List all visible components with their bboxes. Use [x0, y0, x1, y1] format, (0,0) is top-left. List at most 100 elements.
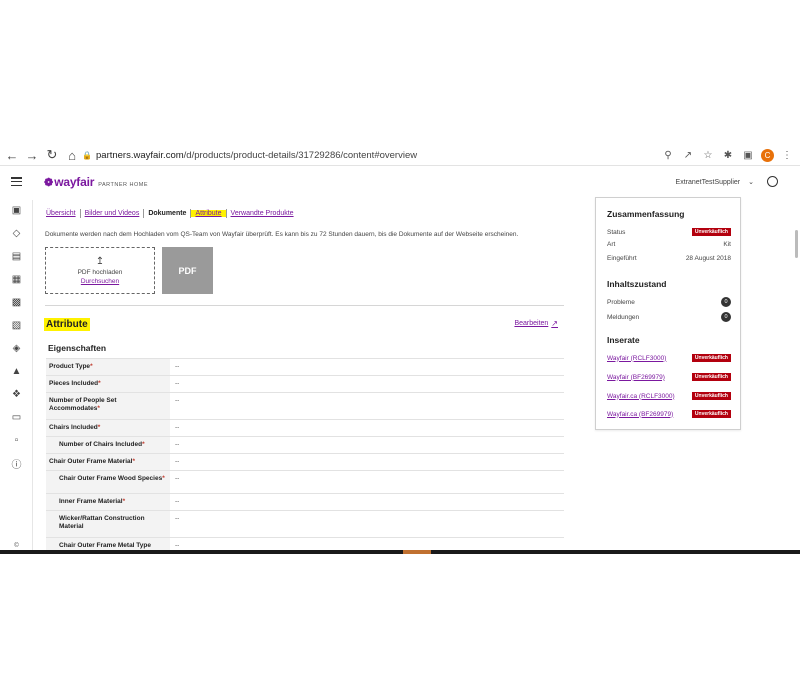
type-value: Kit [723, 241, 731, 248]
listing-status-badge: Unverkäuflich [691, 373, 731, 381]
problems-label: Probleme [607, 298, 635, 306]
content-state-title: Inhaltszustand [607, 279, 667, 289]
property-name: Chair Outer Frame Material* [46, 454, 170, 470]
tab-related-products[interactable]: Verwandte Produkte [227, 210, 298, 217]
pdf-thumbnail[interactable]: PDF [162, 247, 213, 294]
properties-table: Product Type* -- Pieces Included* -- Num… [46, 358, 564, 554]
back-arrow-icon[interactable]: ← [4, 147, 20, 163]
summary-title: Zusammenfassung [607, 209, 685, 219]
summary-card: Zusammenfassung Status Unverkäuflich Art… [595, 197, 741, 430]
list-item: Wayfair.ca (RCLF3000) Unverkäuflich [607, 392, 731, 400]
store-icon[interactable]: ▦ [11, 274, 22, 285]
property-value: -- [175, 475, 180, 482]
bag-icon[interactable]: ▤ [11, 251, 22, 262]
support-icon[interactable]: ❖ [11, 389, 22, 400]
table-row: Number of Chairs Included* -- [46, 436, 564, 453]
property-value: -- [175, 424, 180, 431]
sidepanel-icon[interactable]: ▣ [741, 148, 755, 162]
address-bar[interactable]: 🔒 partners.wayfair.com/d/products/produc… [82, 147, 722, 164]
list-item: Wayfair (BF269979) Unverkäuflich [607, 373, 731, 381]
profile-avatar[interactable]: C [761, 148, 774, 162]
table-row: Wicker/Rattan Construction Material -- [46, 510, 564, 537]
menu-kebab-icon[interactable]: ⋮ [780, 148, 794, 162]
problems-count-badge: 0 [721, 297, 731, 307]
hamburger-menu-icon[interactable] [11, 177, 22, 186]
tab-overview[interactable]: Übersicht [46, 210, 80, 217]
extensions-icon[interactable]: ✱ [721, 148, 735, 162]
status-badge: Unverkäuflich [691, 228, 731, 236]
property-name: Inner Frame Material* [46, 494, 170, 510]
table-row: Product Type* -- [46, 358, 564, 375]
introduced-row: Eingeführt 28 August 2018 [607, 255, 731, 262]
list-item: Wayfair.ca (BF269979) Unverkäuflich [607, 410, 731, 418]
document-icon[interactable]: ▫ [11, 435, 22, 446]
property-name: Wicker/Rattan Construction Material [46, 511, 170, 537]
property-value: -- [175, 380, 180, 387]
wayfair-logo[interactable]: ❁ wayfair PARTNER HOME [44, 175, 148, 189]
property-name: Number of People Set Accommodates* [46, 393, 170, 419]
calendar-icon[interactable]: ▧ [11, 320, 22, 331]
introduced-value: 28 August 2018 [685, 255, 731, 262]
listing-status-badge: Unverkäuflich [691, 410, 731, 418]
tag-icon[interactable]: ◇ [11, 228, 22, 239]
tab-documents[interactable]: Dokumente [144, 210, 190, 217]
section-divider [45, 305, 564, 306]
sidebar: ▣ ◇ ▤ ▦ ▩ ▧ ◈ ▲ ❖ ▭ ▫ ⓘ © [0, 200, 33, 554]
table-row: Pieces Included* -- [46, 375, 564, 392]
property-name: Chairs Included* [46, 420, 170, 436]
attributes-heading: Attribute [44, 318, 90, 331]
scrollbar-thumb[interactable] [795, 230, 798, 258]
user-account-icon[interactable] [767, 176, 778, 187]
bar-chart-icon[interactable]: ▣ [11, 205, 22, 216]
tab-attributes[interactable]: Attribute [191, 210, 226, 217]
share-icon[interactable]: ↗ [681, 148, 695, 162]
property-name: Product Type* [46, 359, 170, 375]
property-value: -- [175, 441, 180, 448]
table-row: Chairs Included* -- [46, 419, 564, 436]
property-name: Number of Chairs Included* [46, 437, 170, 453]
listing-link[interactable]: Wayfair.ca (BF269979) [607, 411, 673, 418]
zoom-icon[interactable]: ⚲ [661, 148, 675, 162]
forward-arrow-icon[interactable]: → [24, 147, 40, 163]
property-value: -- [175, 397, 180, 404]
property-value: -- [175, 363, 180, 370]
browser-actions: ⚲ ↗ ☆ ✱ ▣ C ⋮ [661, 148, 794, 162]
edit-attributes-link[interactable]: Bearbeiten ↗ [514, 319, 558, 328]
wayfair-pinwheel-icon: ❁ [44, 177, 54, 189]
logo-word: wayfair [54, 175, 95, 189]
listing-status-badge: Unverkäuflich [691, 354, 731, 362]
property-value: -- [175, 498, 180, 505]
introduced-label: Eingeführt [607, 255, 637, 262]
type-row: Art Kit [607, 241, 731, 248]
browser-toolbar: ← → ↻ ⌂ 🔒 partners.wayfair.com/d/product… [0, 145, 800, 166]
reload-icon[interactable]: ↻ [44, 147, 60, 163]
listing-link[interactable]: Wayfair (BF269979) [607, 374, 665, 381]
upload-icon: ↥ [95, 255, 105, 267]
upload-label: PDF hochladen [77, 268, 123, 276]
tab-bar: Übersicht Bilder und Videos Dokumente At… [46, 209, 298, 218]
help-icon[interactable]: ⓘ [11, 458, 22, 471]
home-icon[interactable]: ⌂ [64, 147, 80, 163]
boxes-icon[interactable]: ▲ [11, 366, 22, 377]
listings-title: Inserate [607, 335, 640, 345]
image-icon[interactable]: ▩ [11, 297, 22, 308]
supplier-selector[interactable]: ExtranetTestSupplier ⌄ [675, 178, 754, 187]
taskbar-accent [403, 550, 431, 554]
table-row: Number of People Set Accommodates* -- [46, 392, 564, 419]
supplier-name: ExtranetTestSupplier [675, 178, 741, 186]
browse-link[interactable]: Durchsuchen [81, 278, 119, 285]
documents-info-text: Dokumente werden nach dem Hochladen vom … [45, 231, 519, 238]
url-text: partners.wayfair.com/d/products/product-… [96, 150, 418, 161]
listing-link[interactable]: Wayfair.ca (RCLF3000) [607, 393, 675, 400]
bookmark-star-icon[interactable]: ☆ [701, 148, 715, 162]
listing-link[interactable]: Wayfair (RCLF3000) [607, 355, 666, 362]
pdf-upload-dropzone[interactable]: ↥ PDF hochladen Durchsuchen [45, 247, 155, 294]
property-name: Pieces Included* [46, 376, 170, 392]
price-tag-icon[interactable]: ◈ [11, 343, 22, 354]
properties-heading: Eigenschaften [48, 343, 107, 353]
clipboard-icon[interactable]: ▭ [11, 412, 22, 423]
reports-label: Meldungen [607, 313, 640, 321]
problems-row: Probleme 0 [607, 297, 731, 307]
status-label: Status [607, 228, 626, 236]
tab-images-videos[interactable]: Bilder und Videos [81, 210, 144, 217]
